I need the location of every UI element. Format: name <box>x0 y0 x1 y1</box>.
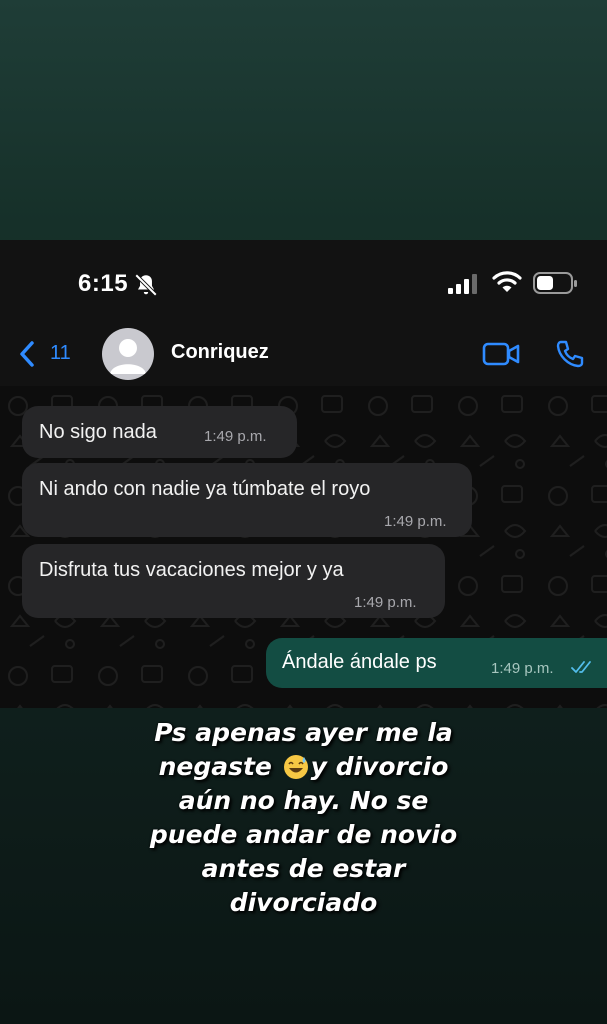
video-call-icon[interactable] <box>482 341 520 367</box>
message-text: Disfruta tus vacaciones mejor y ya <box>39 559 344 581</box>
caption-text: negaste <box>158 752 272 781</box>
battery-icon <box>533 272 577 294</box>
caption-text: y divorcio <box>310 752 449 781</box>
caption-line: antes de estar <box>201 854 406 883</box>
message-bubble-outgoing[interactable]: Ándale ándale ps 1:49 p.m. <box>266 638 607 688</box>
phone-icon[interactable] <box>554 338 586 370</box>
contact-name[interactable]: Conriquez <box>171 341 269 364</box>
back-chevron-icon[interactable] <box>18 340 36 368</box>
status-time: 6:15 <box>78 270 129 297</box>
double-check-icon <box>571 661 591 673</box>
status-bar: 6:15 <box>0 240 607 322</box>
message-bubble-incoming[interactable]: Ni ando con nadie ya túmbate el royo 1:4… <box>22 463 472 537</box>
avatar[interactable] <box>102 328 154 380</box>
message-text: No sigo nada <box>39 421 157 443</box>
caption-line: Ps apenas ayer me la <box>154 718 453 747</box>
message-text: Ni ando con nadie ya túmbate el royo <box>39 478 371 500</box>
unread-count[interactable]: 11 <box>50 342 71 365</box>
message-bubble-incoming[interactable]: No sigo nada 1:49 p.m. <box>22 406 297 458</box>
signal-icon <box>448 274 477 294</box>
message-time: 1:49 p.m. <box>384 513 447 530</box>
message-bubble-incoming[interactable]: Disfruta tus vacaciones mejor y ya 1:49 … <box>22 544 445 618</box>
story-caption: Ps apenas ayer me la negaste y divorcio … <box>0 716 607 920</box>
whatsapp-screenshot: 6:15 11 Conriquez No sigo nada 1:49 p.m.… <box>0 240 607 708</box>
caption-line: puede andar de novio <box>149 820 458 849</box>
caption-line: aún no hay. No se <box>178 786 429 815</box>
bell-slash-icon <box>134 273 158 297</box>
default-avatar-icon <box>110 339 146 374</box>
message-time: 1:49 p.m. <box>491 660 554 677</box>
message-time: 1:49 p.m. <box>354 594 417 611</box>
sweat-smile-emoji-icon <box>283 755 308 779</box>
caption-line: divorciado <box>229 888 378 917</box>
message-text: Ándale ándale ps <box>282 651 437 673</box>
message-time: 1:49 p.m. <box>204 428 267 445</box>
caption-line-with-emoji: negaste y divorcio <box>0 750 607 784</box>
wifi-icon <box>492 271 522 292</box>
chat-header: 11 Conriquez <box>0 322 607 386</box>
